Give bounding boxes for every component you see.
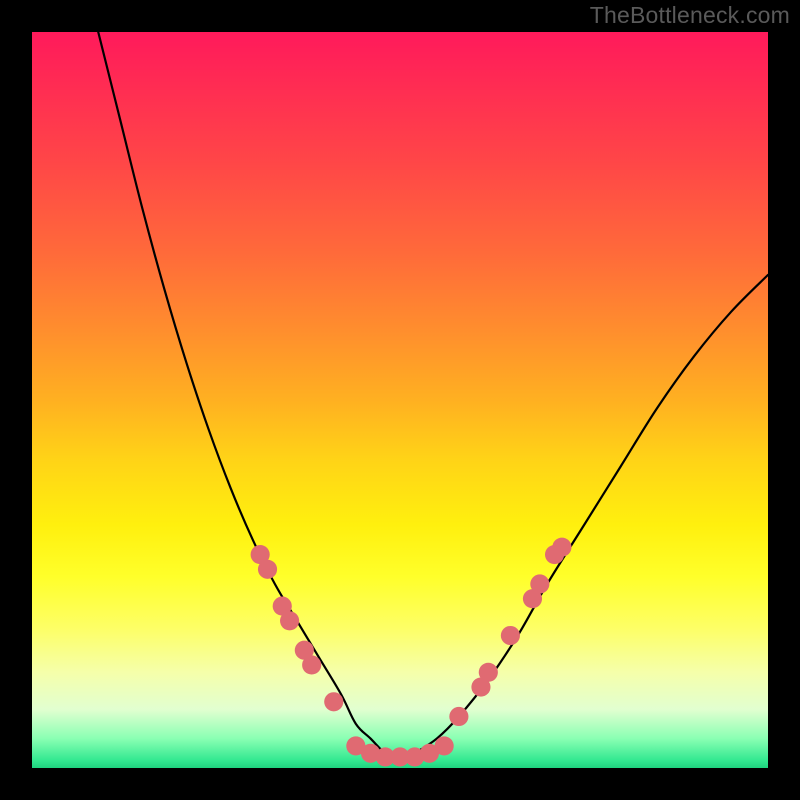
data-marker (552, 538, 571, 557)
data-marker (479, 663, 498, 682)
data-marker (530, 574, 549, 593)
plot-area (32, 32, 768, 768)
data-marker (435, 736, 454, 755)
left-curve (98, 32, 400, 761)
right-curve (415, 275, 768, 753)
watermark-text: TheBottleneck.com (590, 2, 790, 29)
chart-frame: TheBottleneck.com (0, 0, 800, 800)
data-marker (280, 611, 299, 630)
data-marker (302, 655, 321, 674)
data-marker (501, 626, 520, 645)
data-marker (324, 692, 343, 711)
curve-layer (32, 32, 768, 768)
marker-group (251, 538, 572, 767)
data-marker (258, 560, 277, 579)
data-marker (449, 707, 468, 726)
